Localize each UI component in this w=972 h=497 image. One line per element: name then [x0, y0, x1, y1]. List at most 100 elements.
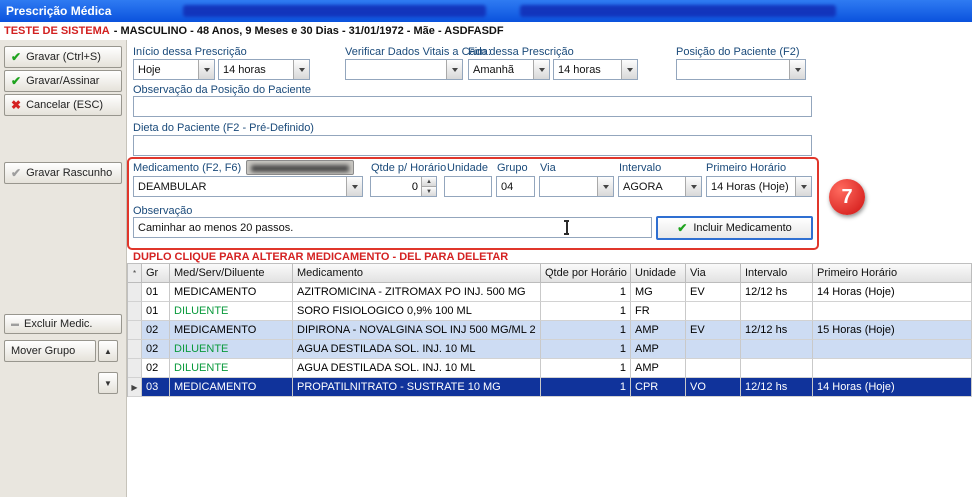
gravar-button[interactable]: ✔ Gravar (Ctrl+S) — [4, 46, 122, 68]
excluir-medic-label: Excluir Medic. — [24, 318, 92, 330]
primeiro-horario-select[interactable]: 14 Horas (Hoje) — [706, 176, 812, 197]
cell-via: EV — [686, 283, 741, 302]
inicio-day-select[interactable]: Hoje — [133, 59, 215, 80]
cell-intervalo — [741, 302, 813, 321]
cell-intervalo — [741, 359, 813, 378]
cell-qtde: 1 — [541, 378, 631, 397]
observacao-label: Observação — [133, 205, 192, 217]
excluir-medic-button[interactable]: ▬ Excluir Medic. — [4, 314, 122, 334]
cell-unidade: AMP — [631, 359, 686, 378]
chevron-down-icon[interactable] — [293, 60, 309, 79]
qtde-label: Qtde p/ Horário — [371, 162, 446, 174]
spin-up-icon[interactable]: ▲ — [421, 177, 436, 186]
cell-primeiro-horario: 15 Horas (Hoje) — [813, 321, 972, 340]
chevron-down-icon[interactable] — [446, 60, 462, 79]
spin-down-icon[interactable]: ▼ — [421, 186, 436, 196]
fim-day-select[interactable]: Amanhã — [468, 59, 550, 80]
col-intervalo[interactable]: Intervalo — [741, 264, 813, 283]
titlebar[interactable]: Prescrição Médica — [0, 0, 972, 22]
row-indicator — [128, 359, 142, 378]
table-row[interactable]: 01 DILUENTE SORO FISIOLOGICO 0,9% 100 ML… — [128, 302, 972, 321]
chevron-down-icon[interactable] — [621, 60, 637, 79]
cell-medicamento: AZITROMICINA - ZITROMAX PO INJ. 500 MG — [293, 283, 541, 302]
check-icon: ✔ — [677, 222, 687, 234]
table-row[interactable]: 02 MEDICAMENTO DIPIRONA - NOVALGINA SOL … — [128, 321, 972, 340]
window-title: Prescrição Médica — [6, 4, 111, 18]
table-header-row: * Gr Med/Serv/Diluente Medicamento Qtde … — [128, 264, 972, 283]
dieta-input[interactable] — [133, 135, 812, 156]
col-primeiro-horario[interactable]: Primeiro Horário — [813, 264, 972, 283]
fim-time-select[interactable]: 14 horas — [553, 59, 638, 80]
col-qtde-por-horario[interactable]: Qtde por Horário — [541, 264, 631, 283]
arrow-down-icon: ▼ — [104, 379, 112, 388]
via-select[interactable] — [539, 176, 614, 197]
chevron-down-icon[interactable] — [685, 177, 701, 196]
cell-medicamento: AGUA DESTILADA SOL. INJ. 10 ML — [293, 359, 541, 378]
patient-header: TESTE DE SISTEMA - MASCULINO - 48 Anos, … — [0, 22, 972, 40]
row-indicator: ▶ — [128, 378, 142, 397]
table-row[interactable]: 02 DILUENTE AGUA DESTILADA SOL. INJ. 10 … — [128, 340, 972, 359]
cell-gr: 03 — [142, 378, 170, 397]
col-via[interactable]: Via — [686, 264, 741, 283]
chevron-down-icon[interactable] — [795, 177, 811, 196]
mover-grupo-button[interactable]: Mover Grupo — [4, 340, 96, 362]
gravar-assinar-button[interactable]: ✔ Gravar/Assinar — [4, 70, 122, 92]
col-med-serv-diluente[interactable]: Med/Serv/Diluente — [170, 264, 293, 283]
chevron-down-icon[interactable] — [198, 60, 214, 79]
col-gr[interactable]: Gr — [142, 264, 170, 283]
cancelar-button[interactable]: ✖ Cancelar (ESC) — [4, 94, 122, 116]
col-unidade[interactable]: Unidade — [631, 264, 686, 283]
table-row[interactable]: 02 DILUENTE AGUA DESTILADA SOL. INJ. 10 … — [128, 359, 972, 378]
row-indicator — [128, 340, 142, 359]
cell-gr: 02 — [142, 359, 170, 378]
cell-gr: 01 — [142, 283, 170, 302]
move-down-button[interactable]: ▼ — [98, 372, 118, 394]
qtde-stepper[interactable]: 0 ▲ ▼ — [370, 176, 437, 197]
chevron-down-icon[interactable] — [789, 60, 805, 79]
obs-posicao-input[interactable] — [133, 96, 812, 117]
cell-medicamento: SORO FISIOLOGICO 0,9% 100 ML — [293, 302, 541, 321]
cell-via: VO — [686, 378, 741, 397]
move-up-button[interactable]: ▲ — [98, 340, 118, 362]
chevron-down-icon[interactable] — [597, 177, 613, 196]
cell-intervalo — [741, 340, 813, 359]
observacao-input[interactable] — [133, 217, 652, 238]
incluir-medicamento-button[interactable]: ✔ Incluir Medicamento — [656, 216, 813, 240]
dieta-label: Dieta do Paciente (F2 - Pré-Definido) — [133, 122, 314, 134]
col-medicamento[interactable]: Medicamento — [293, 264, 541, 283]
obs-posicao-label: Observação da Posição do Paciente — [133, 84, 311, 96]
gravar-label: Gravar (Ctrl+S) — [26, 51, 101, 63]
grupo-input[interactable] — [496, 176, 535, 197]
posicao-paciente-label: Posição do Paciente (F2) — [676, 46, 800, 58]
patient-name: TESTE DE SISTEMA — [4, 25, 110, 37]
gravar-assinar-label: Gravar/Assinar — [26, 75, 99, 87]
unidade-input[interactable] — [444, 176, 492, 197]
intervalo-label: Intervalo — [619, 162, 661, 174]
redacted-button[interactable] — [246, 160, 354, 175]
cell-primeiro-horario — [813, 340, 972, 359]
cell-medicamento: AGUA DESTILADA SOL. INJ. 10 ML — [293, 340, 541, 359]
medicamento-select[interactable]: DEAMBULAR — [133, 176, 363, 197]
cell-medicamento: PROPATILNITRATO - SUSTRATE 10 MG — [293, 378, 541, 397]
gravar-rascunho-button[interactable]: ✔ Gravar Rascunho — [4, 162, 122, 184]
table-row[interactable]: ▶ 03 MEDICAMENTO PROPATILNITRATO - SUSTR… — [128, 378, 972, 397]
cell-via — [686, 340, 741, 359]
mover-grupo-label: Mover Grupo — [11, 345, 75, 357]
cell-primeiro-horario: 14 Horas (Hoje) — [813, 283, 972, 302]
cell-tipo: DILUENTE — [170, 302, 293, 321]
inicio-time-select[interactable]: 14 horas — [218, 59, 310, 80]
verificar-vitais-select[interactable] — [345, 59, 463, 80]
cell-intervalo: 12/12 hs — [741, 283, 813, 302]
sidebar: ✔ Gravar (Ctrl+S) ✔ Gravar/Assinar ✖ Can… — [0, 40, 127, 497]
posicao-paciente-select[interactable] — [676, 59, 806, 80]
annotation-step-badge: 7 — [829, 179, 865, 215]
chevron-down-icon[interactable] — [533, 60, 549, 79]
row-indicator — [128, 321, 142, 340]
intervalo-select[interactable]: AGORA — [618, 176, 702, 197]
table-caption: DUPLO CLIQUE PARA ALTERAR MEDICAMENTO - … — [133, 251, 508, 263]
gravar-rascunho-label: Gravar Rascunho — [26, 167, 112, 179]
chevron-down-icon[interactable] — [346, 177, 362, 196]
cell-unidade: AMP — [631, 340, 686, 359]
patient-details: - MASCULINO - 48 Anos, 9 Meses e 30 Dias… — [114, 25, 504, 37]
table-row[interactable]: 01 MEDICAMENTO AZITROMICINA - ZITROMAX P… — [128, 283, 972, 302]
